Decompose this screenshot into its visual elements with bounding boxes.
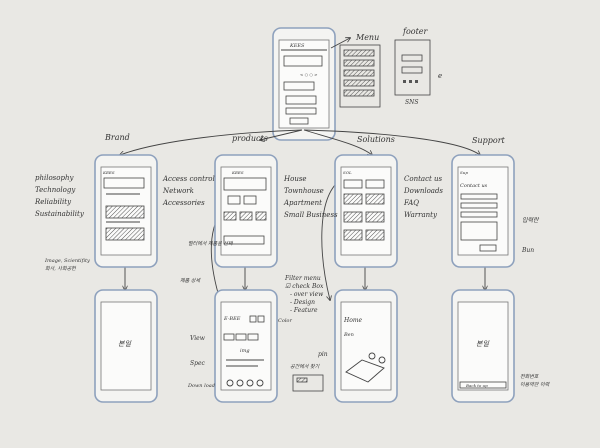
brand-phone: KEES bbox=[94, 154, 158, 268]
filter-note: ☑ check Box bbox=[285, 283, 324, 290]
products-header: KEES bbox=[231, 170, 244, 175]
brand-list: philosophy Technology Reliability Sustai… bbox=[34, 174, 90, 272]
products-item: Access control bbox=[162, 175, 215, 183]
support-button-note: Bun bbox=[521, 247, 534, 254]
branch-products: products bbox=[232, 134, 268, 143]
products-list: Access control Network Accessories bbox=[162, 175, 215, 207]
solutions-list: House Townhouse Apartment Small Business bbox=[283, 175, 338, 219]
support-detail-notes: 전화번호 이용약관 이력 bbox=[520, 373, 550, 388]
back-to-top: Back to up bbox=[465, 383, 488, 388]
solutions-phone: SOL bbox=[334, 154, 398, 268]
solutions-item: Apartment bbox=[283, 199, 322, 207]
brand-item: Technology bbox=[35, 186, 76, 194]
branch-support: Support bbox=[472, 136, 506, 145]
support-item: Warranty bbox=[404, 211, 438, 219]
products-phone: KEES bbox=[214, 154, 278, 268]
branch-solutions: Solutions bbox=[357, 135, 395, 144]
products-note-b: 제품 상세 bbox=[180, 277, 201, 284]
solutions-item: Townhouse bbox=[284, 187, 324, 195]
brand-item: philosophy bbox=[35, 174, 74, 182]
detail-label: View bbox=[190, 335, 206, 342]
support-side-note: 입력란 bbox=[522, 217, 540, 224]
home-logo: KEES bbox=[289, 43, 305, 49]
footer-label: footer bbox=[402, 27, 429, 36]
detail-label: Spec bbox=[190, 360, 206, 367]
footer-sketch: footer SNS e bbox=[394, 27, 442, 106]
map-note: 공간에서 찾기 bbox=[290, 363, 320, 370]
pin-note: pin bbox=[318, 351, 328, 358]
support-header: Sup bbox=[460, 170, 468, 175]
brand-note: 회사, 사회공헌 bbox=[45, 265, 76, 272]
filter-note: - over view bbox=[290, 291, 324, 298]
solution-detail-header: Home bbox=[343, 317, 363, 324]
filter-note: - Design bbox=[290, 299, 315, 306]
solutions-header: SOL bbox=[343, 170, 352, 175]
solutions-item: House bbox=[283, 175, 307, 183]
detail-label: Down load bbox=[187, 383, 215, 389]
home-phone: KEES < ○ ○ > bbox=[272, 27, 336, 141]
product-detail-phone: E-BEE img bbox=[214, 289, 278, 403]
color-note: Color bbox=[278, 318, 292, 324]
products-item: Network bbox=[162, 187, 194, 195]
menu-label: Menu bbox=[355, 33, 379, 42]
brand-detail-phone: 본일 bbox=[94, 289, 158, 403]
support-item: Downloads bbox=[403, 187, 443, 195]
support-bottom-note: 전화번호 bbox=[520, 373, 539, 380]
products-note-a: 필터에서 제품을 선택 bbox=[188, 240, 234, 247]
support-detail-text: 본일 bbox=[476, 340, 489, 348]
svg-text:e: e bbox=[438, 72, 442, 80]
brand-header: KEES bbox=[102, 170, 115, 175]
support-item: FAQ bbox=[403, 199, 419, 207]
filter-note: - Feature bbox=[290, 307, 318, 314]
wireframe-sketch: KEES < ○ ○ > Menu footer SNS e Brand pro… bbox=[34, 27, 550, 403]
support-bottom-note: 이용약관 이력 bbox=[520, 381, 550, 388]
menu-sketch: Menu bbox=[330, 33, 381, 108]
brand-item: Reliability bbox=[34, 198, 72, 206]
solution-detail-sub: Ben bbox=[343, 332, 354, 338]
support-item: Contact us bbox=[404, 175, 443, 183]
brand-detail-text: 본일 bbox=[118, 340, 131, 348]
solutions-item: Small Business bbox=[284, 211, 338, 219]
products-item: Accessories bbox=[162, 199, 205, 207]
solution-detail-phone: Home Ben bbox=[334, 289, 398, 403]
support-detail-phone: 본일 Back to up bbox=[451, 289, 515, 403]
product-detail-header: E-BEE bbox=[223, 316, 241, 322]
product-detail-img: img bbox=[240, 348, 250, 354]
brand-item: Sustainability bbox=[35, 210, 85, 218]
branch-brand: Brand bbox=[104, 133, 130, 142]
filter-note: Filter menu bbox=[284, 275, 321, 282]
support-title: Contact us bbox=[460, 183, 488, 189]
solution-detail-notes: pin 공간에서 찾기 bbox=[290, 351, 328, 392]
sns-label: SNS bbox=[405, 99, 418, 106]
svg-text:< ○ ○ >: < ○ ○ > bbox=[300, 72, 318, 77]
brand-note: Image, Scientifity bbox=[44, 258, 90, 264]
support-phone: Sup Contact us bbox=[451, 154, 515, 268]
